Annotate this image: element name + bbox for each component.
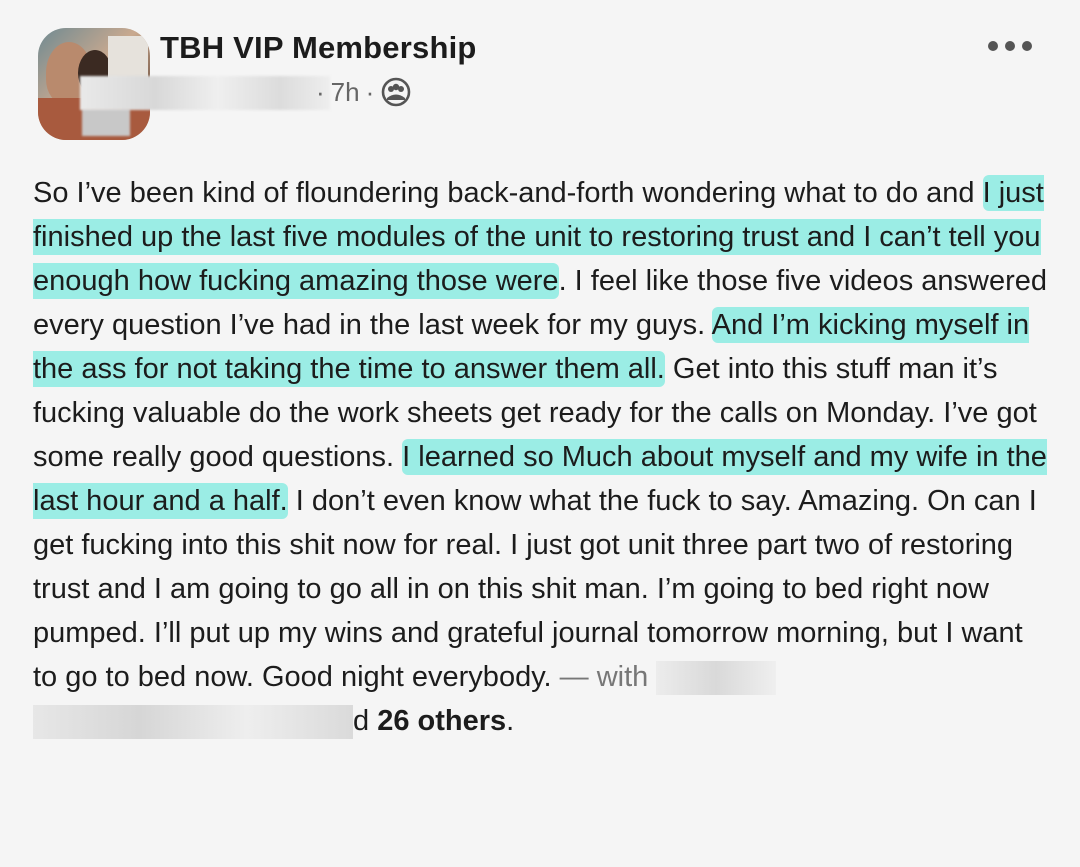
more-options-icon[interactable] xyxy=(988,38,1036,54)
and-fragment: d xyxy=(353,705,370,737)
blurred-profile-avatar xyxy=(82,108,130,136)
blurred-tagged-names[interactable] xyxy=(33,705,353,740)
end-period: . xyxy=(506,705,515,737)
tagged-others-link[interactable]: 26 others xyxy=(377,705,506,737)
group-name[interactable]: TBH VIP Membership xyxy=(160,30,477,66)
post-body: So I’ve been kind of floundering back-an… xyxy=(33,171,1053,743)
meta-separator: · xyxy=(365,76,375,107)
post-meta: · 7h · xyxy=(316,76,412,108)
post-text: So I’ve been kind of floundering back-an… xyxy=(33,177,983,209)
blurred-tagged-name[interactable] xyxy=(656,661,777,696)
post-card: TBH VIP Membership · 7h · So I’ve been k… xyxy=(0,0,1080,867)
post-time[interactable]: 7h xyxy=(331,77,360,108)
group-audience-icon[interactable] xyxy=(380,76,412,108)
blurred-author-name[interactable] xyxy=(80,76,330,110)
meta-separator: · xyxy=(316,76,325,107)
tagged-with-label: — with xyxy=(559,661,649,693)
